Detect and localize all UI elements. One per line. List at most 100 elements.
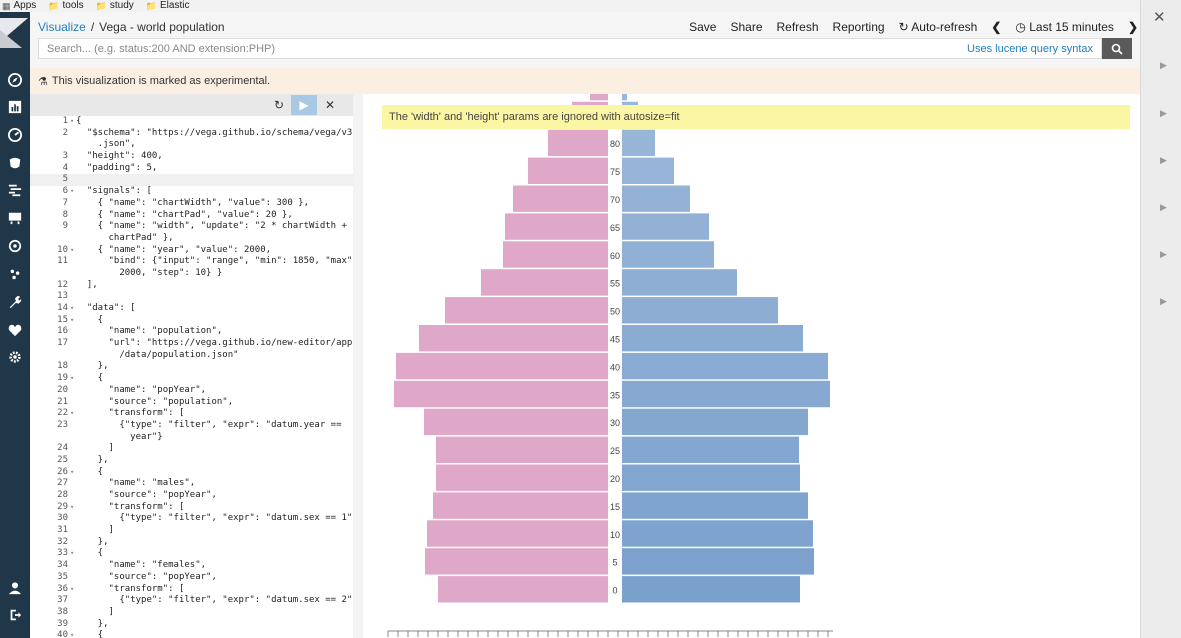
code-line[interactable]: 22 ▾ "transform": [: [30, 408, 353, 420]
code-line[interactable]: 25 },: [30, 455, 353, 467]
code-line[interactable]: year"}: [30, 432, 353, 444]
kibana-logo[interactable]: [0, 12, 30, 56]
infrastructure-icon[interactable]: [0, 235, 30, 257]
code-line[interactable]: 18 },: [30, 361, 353, 373]
time-forward-button[interactable]: ❯: [1128, 20, 1138, 34]
logout-icon[interactable]: [0, 604, 30, 626]
male-bar-30[interactable]: [622, 408, 808, 436]
discover-icon[interactable]: [0, 69, 30, 91]
apm-icon[interactable]: [0, 179, 30, 201]
ml-icon[interactable]: [0, 263, 30, 285]
auto-refresh-button[interactable]: ↻ Auto-refresh: [899, 20, 978, 34]
time-back-button[interactable]: ❮: [991, 20, 1001, 34]
search-button[interactable]: [1102, 38, 1132, 59]
female-bar-70[interactable]: [513, 185, 608, 212]
female-bar-35[interactable]: [394, 380, 608, 408]
lucene-syntax-link[interactable]: Uses lucene query syntax: [967, 43, 1093, 55]
user-icon[interactable]: [0, 577, 30, 599]
code-line[interactable]: 26 ▾ {: [30, 467, 353, 479]
code-line[interactable]: 3 "height": 400,: [30, 151, 353, 163]
male-bar-40[interactable]: [622, 352, 828, 380]
vega-spec-editor[interactable]: ↻ ▶ ✕ 1 ▾{2 "$schema": "https://vega.gith…: [30, 94, 358, 638]
male-bar-15[interactable]: [622, 492, 808, 519]
female-bar-75[interactable]: [528, 157, 608, 184]
female-bar-10[interactable]: [427, 520, 608, 547]
female-bar-90[interactable]: [590, 94, 608, 101]
code-line[interactable]: 21 "source": "population",: [30, 397, 353, 409]
chevron-right-icon[interactable]: ▶: [1160, 249, 1167, 260]
female-bar-40[interactable]: [396, 352, 608, 380]
code-line[interactable]: 2 "$schema": "https://vega.github.io/sch…: [30, 128, 353, 140]
code-line[interactable]: 11 "bind": {"input": "range", "min": 185…: [30, 256, 358, 268]
male-bar-70[interactable]: [622, 185, 690, 212]
code-line[interactable]: 14 ▾ "data": [: [30, 303, 353, 315]
management-gear-icon[interactable]: [0, 346, 30, 368]
bookmark-tools[interactable]: 📁 tools: [48, 0, 83, 12]
female-bar-30[interactable]: [424, 408, 608, 436]
female-bar-60[interactable]: [503, 241, 608, 268]
code-line[interactable]: 10 ▾ { "name": "year", "value": 2000,: [30, 245, 353, 257]
search-input[interactable]: Search... (e.g. status:200 AND extension…: [38, 38, 1102, 59]
share-button[interactable]: Share: [730, 20, 762, 34]
male-bar-25[interactable]: [622, 436, 799, 463]
code-line[interactable]: 31 ]: [30, 525, 353, 537]
code-line[interactable]: 28 "source": "popYear",: [30, 490, 353, 502]
reload-icon[interactable]: ↻: [268, 95, 290, 115]
code-line[interactable]: 24 ]: [30, 443, 353, 455]
code-line[interactable]: 39 },: [30, 619, 353, 631]
code-line[interactable]: 37 {"type": "filter", "expr": "datum.sex…: [30, 595, 358, 607]
monitoring-icon[interactable]: [0, 319, 30, 341]
dashboard-icon[interactable]: [0, 124, 30, 146]
code-line[interactable]: 1 ▾{: [30, 116, 353, 128]
code-line[interactable]: 33 ▾ {: [30, 548, 353, 560]
code-line[interactable]: 9 { "name": "width", "update": "2 * char…: [30, 221, 353, 233]
female-bar-55[interactable]: [481, 269, 608, 296]
chevron-right-icon[interactable]: ▶: [1160, 108, 1167, 119]
code-line[interactable]: 23 {"type": "filter", "expr": "datum.yea…: [30, 420, 353, 432]
discard-changes-icon[interactable]: ✕: [319, 95, 341, 115]
male-bar-5[interactable]: [622, 548, 814, 575]
code-line[interactable]: 20 "name": "popYear",: [30, 385, 353, 397]
visualize-icon[interactable]: [0, 96, 30, 118]
code-line[interactable]: 8 { "name": "chartPad", "value": 20 },: [30, 210, 353, 222]
female-bar-20[interactable]: [436, 464, 608, 491]
save-button[interactable]: Save: [689, 20, 716, 34]
panel-resize-handle[interactable]: [353, 94, 363, 638]
female-bar-15[interactable]: [433, 492, 608, 519]
code-line[interactable]: 35 "source": "popYear",: [30, 572, 353, 584]
close-icon[interactable]: ✕: [1153, 8, 1166, 26]
code-line[interactable]: 29 ▾ "transform": [: [30, 502, 353, 514]
female-bar-25[interactable]: [436, 436, 608, 463]
male-bar-10[interactable]: [622, 520, 813, 547]
male-bar-80[interactable]: [622, 129, 655, 157]
code-line[interactable]: chartPad" },: [30, 233, 353, 245]
female-bar-0[interactable]: [438, 576, 608, 603]
female-bar-45[interactable]: [419, 325, 608, 352]
code-line[interactable]: 30 {"type": "filter", "expr": "datum.sex…: [30, 513, 358, 525]
code-line[interactable]: 40 ▾ {: [30, 630, 353, 638]
code-line[interactable]: 7 { "name": "chartWidth", "value": 300 }…: [30, 198, 353, 210]
bookmark-study[interactable]: 📁 study: [96, 0, 134, 12]
code-line[interactable]: 12 ],: [30, 280, 353, 292]
male-bar-20[interactable]: [622, 464, 800, 491]
male-bar-65[interactable]: [622, 213, 709, 240]
time-picker-button[interactable]: ◷ Last 15 minutes: [1015, 20, 1114, 34]
code-line[interactable]: /data/population.json": [30, 350, 353, 362]
code-line[interactable]: 2000, "step": 10} }: [30, 268, 353, 280]
code-line[interactable]: 13: [30, 291, 353, 303]
male-bar-60[interactable]: [622, 241, 714, 268]
female-bar-80[interactable]: [548, 129, 608, 157]
code-line[interactable]: 36 ▾ "transform": [: [30, 584, 353, 596]
refresh-button[interactable]: Refresh: [777, 20, 819, 34]
canvas-icon[interactable]: [0, 207, 30, 229]
male-bar-55[interactable]: [622, 269, 737, 296]
chevron-right-icon[interactable]: ▶: [1160, 60, 1167, 71]
code-line[interactable]: 32 },: [30, 537, 353, 549]
code-line[interactable]: 34 "name": "females",: [30, 560, 353, 572]
bookmark-elastic[interactable]: 📁 Elastic: [146, 0, 190, 12]
code-line[interactable]: 27 "name": "males",: [30, 478, 353, 490]
code-line[interactable]: 4 "padding": 5,: [30, 163, 353, 175]
code-line[interactable]: 6 ▾ "signals": [: [30, 186, 353, 198]
chevron-right-icon[interactable]: ▶: [1160, 202, 1167, 213]
dev-tools-icon[interactable]: [0, 291, 30, 313]
